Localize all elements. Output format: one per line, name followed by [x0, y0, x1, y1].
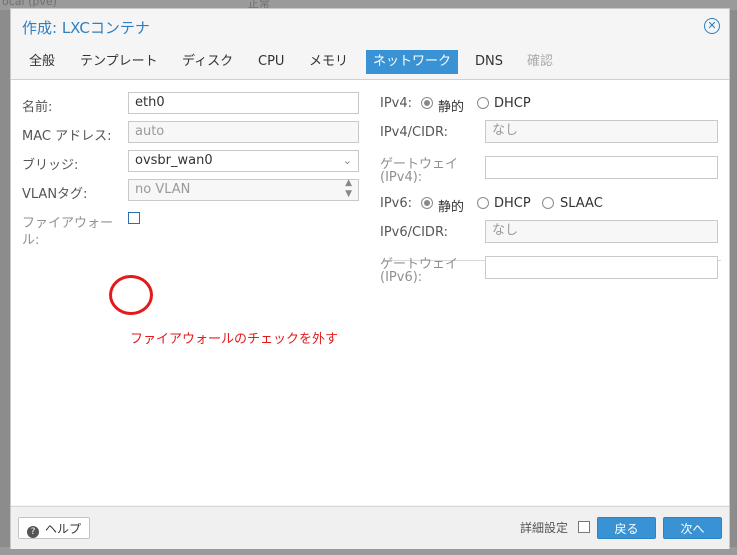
firewall-label-line2: ル: [22, 233, 40, 248]
tab-disk[interactable]: ディスク [175, 50, 240, 74]
ipv6-slaac-label: SLAAC [560, 196, 603, 211]
gw6-label-line2: (IPv6): [380, 270, 423, 285]
ipv4-dhcp-radio[interactable] [477, 97, 489, 109]
ipv6-label: IPv6: [380, 196, 413, 211]
ipv6-static-label: 静的 [438, 200, 465, 215]
dialog-titlebar: 作成: LXCコンテナ ✕ [11, 9, 729, 45]
help-label: ヘルプ [44, 522, 81, 536]
bridge-value: ovsbr_wan0 [135, 153, 213, 168]
chevron-down-icon: ⌄ [342, 154, 352, 167]
firewall-checkbox[interactable] [128, 212, 140, 224]
background-tree-text: ocal (pve) [2, 0, 57, 8]
tab-confirm: 確認 [527, 54, 554, 69]
ipv4-label: IPv4: [380, 96, 413, 111]
name-label: 名前: [22, 100, 53, 115]
ipv6-dhcp-radio[interactable] [477, 197, 489, 209]
tab-bar: 全般 テンプレート ディスク CPU メモリ ネットワーク DNS 確認 [11, 45, 729, 80]
name-input[interactable]: eth0 [128, 92, 359, 114]
advanced-label: 詳細設定 [520, 521, 569, 535]
mac-label: MAC アドレス: [22, 129, 112, 144]
ipv6-cidr-label: IPv6/CIDR: [380, 225, 448, 240]
dialog-title: 作成: LXCコンテナ [22, 19, 150, 37]
ipv4-cidr-label: IPv4/CIDR: [380, 125, 448, 140]
ipv4-cidr-input[interactable]: なし [485, 120, 718, 143]
tab-cpu[interactable]: CPU [251, 50, 291, 74]
help-button[interactable]: ? ヘルプ [18, 517, 90, 539]
vlan-label: VLANタグ: [22, 187, 88, 202]
spinner-icon[interactable]: ▲ ▼ [345, 178, 352, 200]
back-button[interactable]: 戻る [597, 517, 656, 539]
dialog-footer: ? ヘルプ 詳細設定 戻る 次へ [11, 506, 729, 549]
vlan-value: no VLAN [135, 182, 191, 197]
ipv6-static-radio[interactable] [421, 197, 433, 209]
gw4-label-line2: (IPv4): [380, 170, 423, 185]
close-icon[interactable]: ✕ [704, 18, 720, 34]
tab-network[interactable]: ネットワーク [366, 50, 459, 74]
ipv6-dhcp-label: DHCP [494, 196, 531, 211]
create-lxc-dialog: 作成: LXCコンテナ ✕ 全般 テンプレート ディスク CPU メモリ ネット… [10, 8, 730, 549]
tab-dns[interactable]: DNS [468, 50, 510, 74]
bridge-select[interactable]: ovsbr_wan0 ⌄ [128, 150, 359, 172]
ipv4-static-label: 静的 [438, 100, 465, 115]
network-form: 名前: eth0 MAC アドレス: auto ブリッジ: ovsbr_wan0… [11, 80, 729, 505]
ipv4-dhcp-label: DHCP [494, 96, 531, 111]
next-button[interactable]: 次へ [663, 517, 722, 539]
bridge-label: ブリッジ: [22, 158, 79, 173]
help-icon: ? [26, 526, 39, 538]
mac-input[interactable]: auto [128, 121, 359, 143]
vlan-input[interactable]: no VLAN ▲ ▼ [128, 178, 359, 201]
tab-memory[interactable]: メモリ [302, 50, 355, 74]
ipv4-static-radio[interactable] [421, 97, 433, 109]
ipv6-slaac-radio[interactable] [542, 197, 554, 209]
tab-template[interactable]: テンプレート [73, 50, 165, 74]
gw4-input[interactable] [485, 156, 718, 179]
annotation-circle [109, 275, 153, 315]
gw6-input[interactable] [485, 256, 718, 279]
advanced-checkbox[interactable] [578, 521, 590, 533]
annotation-text: ファイアウォールのチェックを外す [130, 332, 339, 347]
ipv6-cidr-input[interactable]: なし [485, 220, 718, 243]
tab-general[interactable]: 全般 [22, 50, 62, 74]
